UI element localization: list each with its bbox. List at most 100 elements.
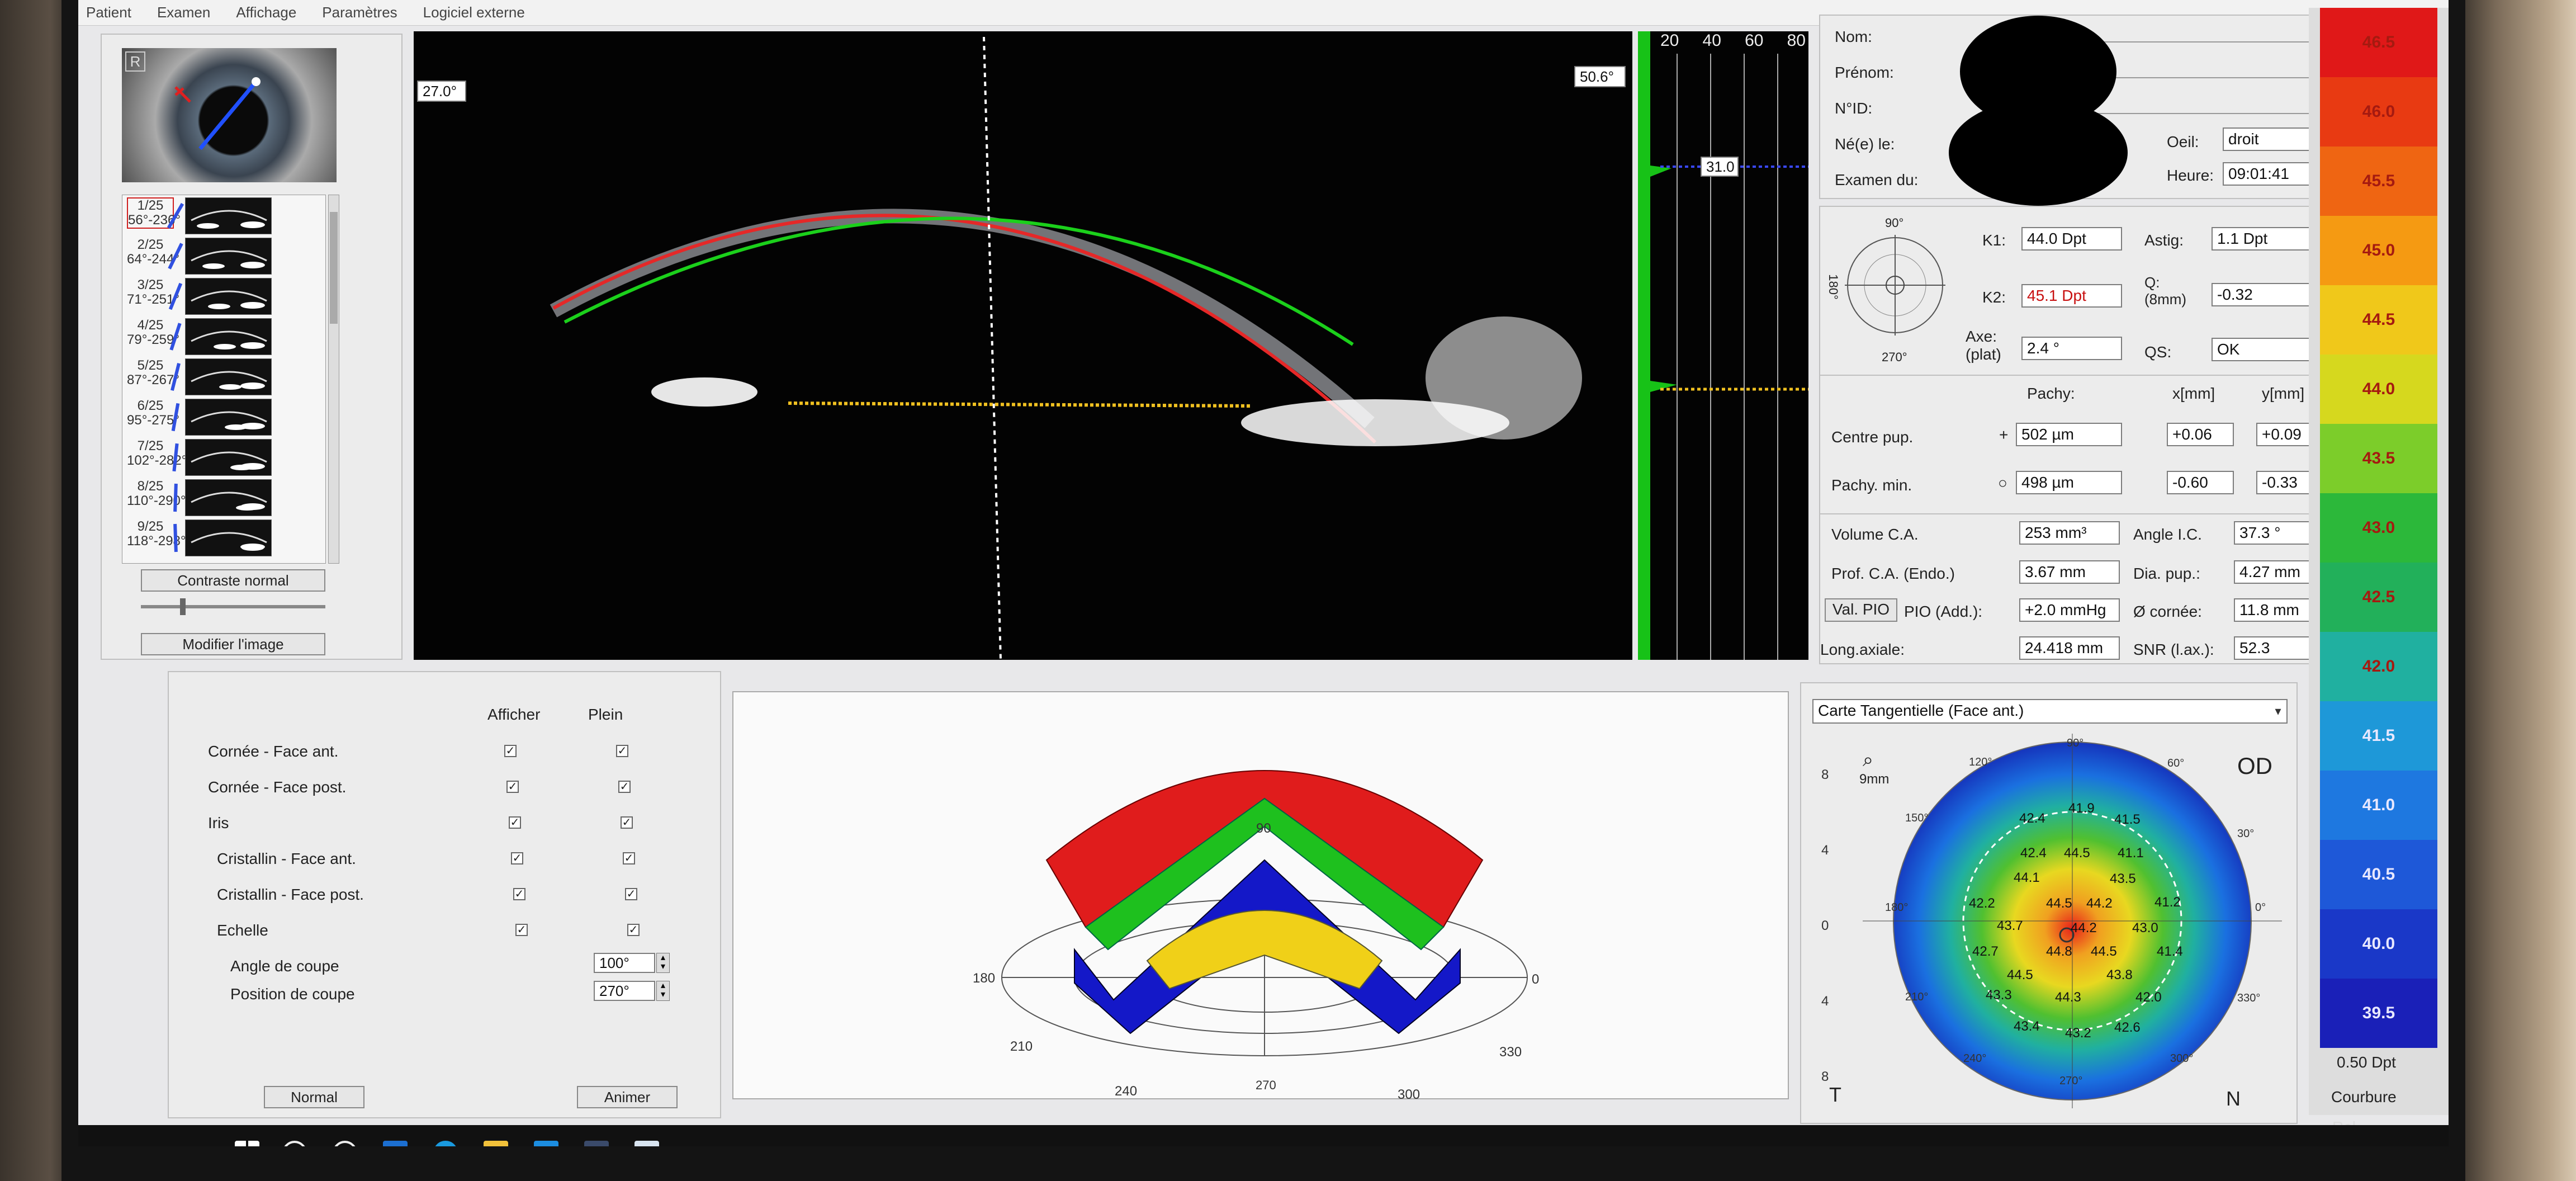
topo-angle-label: 150° [1905,812,1929,824]
topo-value: 44.5 [2091,944,2117,959]
thumb-scroll-handle[interactable] [330,212,338,324]
min-x-field: -0.60 [2167,471,2234,494]
show-checkbox[interactable]: ✓ [504,745,517,757]
topo-value: 44.5 [2046,896,2072,911]
label-k1: K1: [1982,232,2006,249]
topo-value: 41.5 [2114,812,2141,827]
layer-label: Cornée - Face post. [208,778,347,796]
fill-checkbox[interactable]: ✓ [621,816,633,829]
menu-affichage[interactable]: Affichage [236,4,296,21]
label-qs: QS: [2144,343,2172,361]
compass-270: 270° [1882,350,1907,364]
side-t: T [1829,1083,1841,1106]
scan-thumbnail[interactable] [185,278,272,315]
val-pio-button[interactable]: Val. PIO [1825,598,1897,622]
axial-length-field: 24.418 mm [2019,636,2120,660]
show-checkbox[interactable]: ✓ [511,852,523,865]
topo-angle-label: 210° [1905,991,1929,1003]
label-prenom: Prénom: [1835,64,1894,81]
topo-value: 43.7 [1997,918,2023,933]
scan-thumbnail[interactable] [185,439,272,476]
fill-checkbox[interactable]: ✓ [616,745,628,757]
k1-field: 44.0 Dpt [2021,227,2122,251]
thumb-scrollbar[interactable] [328,195,339,564]
k2-field: 45.1 Dpt [2021,284,2122,308]
y-tick: 4 [1821,843,1829,858]
patient-panel: Nom: Prénom: N°ID: Né(e) le: Examen du: … [1819,15,2366,206]
circle-icon: ○ [1998,474,2007,492]
contrast-slider[interactable] [141,598,325,615]
scale-cell: 42.5 [2320,563,2437,632]
eye-photo[interactable]: R [122,48,337,182]
cut-angle-spinner[interactable]: ▴ ▾ [656,953,670,973]
cut-angle-field[interactable]: 100° [594,953,655,973]
volume-field: 253 mm³ [2019,521,2120,545]
topo-value: 42.6 [2114,1020,2141,1035]
scan-thumbnail-list[interactable]: 1/25 56°-236° 2/25 64°-244° 3/25 71°-251° 4… [122,195,326,564]
label-dob: Né(e) le: [1835,135,1895,153]
scan-thumbnail[interactable] [185,318,272,355]
show-checkbox[interactable]: ✓ [515,924,528,936]
center-x-field: +0.06 [2167,423,2234,446]
scan-thumb-label: 5/25 87°-267° [127,358,179,388]
model-3d-view[interactable]: 90 180 0 210 330 240 300 270 [732,691,1789,1102]
scan-direction-icon [173,523,178,552]
fill-checkbox[interactable]: ✓ [627,924,640,936]
topography-map[interactable] [1801,728,2304,1119]
scheimpflug-view[interactable]: 27.0° 50.6° [414,31,1632,660]
fill-checkbox[interactable]: ✓ [623,852,635,865]
normal-button[interactable]: Normal [264,1086,364,1108]
topo-angle-label: 270° [2059,1075,2083,1087]
show-checkbox[interactable]: ✓ [506,781,519,793]
animate-button[interactable]: Animer [577,1086,678,1108]
folder-icon[interactable] [484,1141,508,1146]
axe-field: 2.4 ° [2021,337,2122,360]
modify-image-button[interactable]: Modifier l'image [141,633,325,655]
app-icon[interactable] [634,1141,659,1146]
app-icon[interactable] [584,1141,609,1146]
scan-thumbnail[interactable] [185,238,272,275]
topo-value: 44.2 [2086,896,2113,911]
contrast-button[interactable]: Contraste normal [141,569,325,592]
model-label-300: 300 [1398,1087,1420,1102]
map-type-select[interactable]: Carte Tangentielle (Face ant.) [1812,699,2288,724]
scale-cell: 42.0 [2320,632,2437,701]
menu-examen[interactable]: Examen [157,4,210,21]
screen: Patient Examen Affichage Paramètres Logi… [78,0,2449,1146]
scan-thumbnail[interactable] [185,358,272,395]
cut-position-spinner[interactable]: ▴ ▾ [656,981,670,1001]
y-tick: 0 [1821,918,1829,933]
fill-checkbox[interactable]: ✓ [625,888,637,900]
menu-patient[interactable]: Patient [86,4,131,21]
topo-value: 44.5 [2007,967,2033,982]
show-checkbox[interactable]: ✓ [513,888,525,900]
scan-thumbnail[interactable] [185,197,272,234]
scale-step: 0.50 Dpt [2337,1054,2396,1071]
col-y: y[mm] [2262,385,2305,402]
menu-logiciel-externe[interactable]: Logiciel externe [423,4,525,21]
menu-parametres[interactable]: Paramètres [322,4,397,21]
scan-thumb-label: 6/25 95°-275° [127,398,179,428]
topo-value: 41.2 [2154,895,2181,910]
cut-position-field[interactable]: 270° [594,981,655,1001]
show-checkbox[interactable]: ✓ [509,816,521,829]
angle-right-readout: 50.6° [1574,66,1626,87]
mail-icon[interactable] [383,1141,408,1146]
fill-checkbox[interactable]: ✓ [618,781,631,793]
scale-cell: 40.0 [2320,909,2437,979]
contrast-slider-thumb[interactable] [180,598,186,615]
scan-thumbnail[interactable] [185,399,272,436]
col-pachy: Pachy: [2027,385,2075,402]
scan-thumbnail[interactable] [185,479,272,516]
start-icon[interactable] [235,1141,259,1146]
chevron-down-icon[interactable]: ▾ [2270,701,2286,721]
topo-value: 42.4 [2019,811,2045,826]
topo-value: 44.2 [2071,920,2097,936]
keratometry-panel: 90° 180° 270° K1: 44.0 Dpt Astig: 1.1 Dp… [1819,206,2366,664]
topo-value: 42.2 [1969,896,1995,911]
app-icon[interactable] [534,1141,558,1146]
depth-field: 3.67 mm [2019,560,2120,584]
col-plein: Plein [588,706,623,723]
model-label-270: 270 [1256,1078,1276,1092]
scan-thumbnail[interactable] [185,519,272,556]
